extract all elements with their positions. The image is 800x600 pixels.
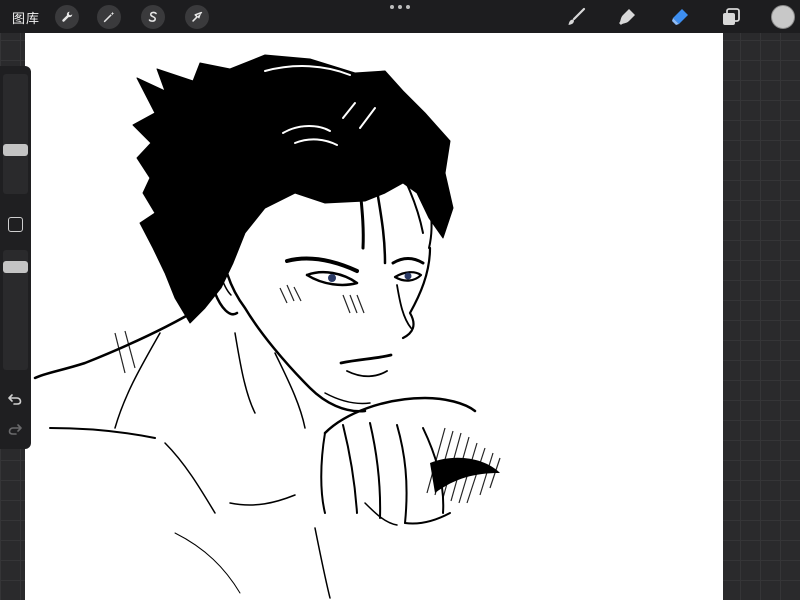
arrow-cursor-icon: [192, 11, 203, 22]
smudge-icon: [619, 9, 635, 25]
wrench-icon: [62, 11, 73, 22]
top-toolbar: 图库: [0, 0, 800, 33]
layers-button[interactable]: [718, 4, 744, 30]
undo-button[interactable]: [6, 390, 24, 408]
transform-button[interactable]: [185, 5, 209, 29]
undo-icon: [8, 394, 22, 405]
actions-button[interactable]: [55, 5, 79, 29]
drawing-canvas[interactable]: [25, 33, 723, 600]
brush-size-thumb[interactable]: [3, 144, 28, 157]
eraser-button[interactable]: [666, 4, 692, 30]
brush-icon: [568, 7, 586, 25]
brush-size-slider[interactable]: [3, 74, 28, 194]
sketch-artwork: [33, 54, 501, 599]
magic-wand-icon: [103, 11, 115, 23]
eraser-icon: [672, 9, 688, 25]
selection-button[interactable]: [141, 5, 165, 29]
mouth: [339, 353, 393, 365]
redo-button[interactable]: [6, 420, 24, 438]
selection-s-icon: [148, 11, 157, 22]
more-options-dots[interactable]: [390, 2, 410, 12]
redo-icon: [8, 424, 22, 435]
smudge-button[interactable]: [614, 4, 640, 30]
modify-square-icon[interactable]: [8, 217, 23, 232]
adjustments-button[interactable]: [97, 5, 121, 29]
color-picker-button[interactable]: [771, 5, 795, 29]
hand: [323, 396, 477, 435]
layers-icon: [723, 8, 740, 25]
opacity-thumb[interactable]: [3, 260, 28, 273]
hair-shape: [132, 54, 454, 324]
side-toolbar: [0, 66, 31, 449]
brush-button[interactable]: [563, 4, 589, 30]
gallery-button[interactable]: 图库: [12, 8, 40, 27]
